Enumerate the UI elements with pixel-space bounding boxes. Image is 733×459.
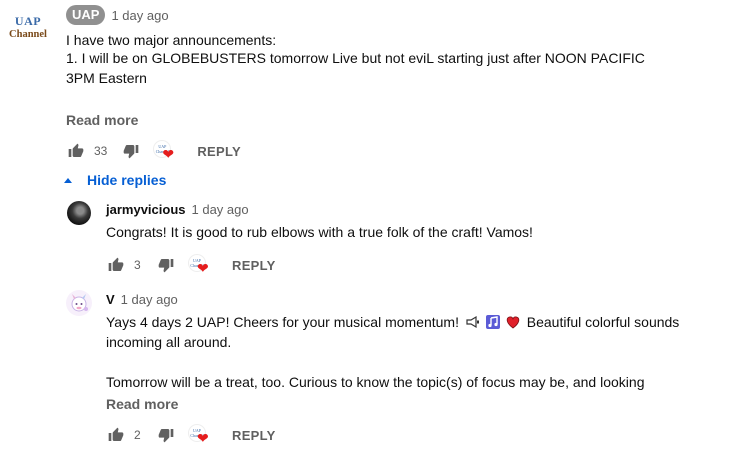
heart-icon: ❤ <box>197 260 209 276</box>
unicorn-avatar-icon <box>71 294 88 312</box>
reply-button[interactable]: REPLY <box>197 144 241 159</box>
reply-button[interactable]: REPLY <box>232 428 276 443</box>
thumbs-down-icon[interactable] <box>156 425 176 445</box>
reply-1-time[interactable]: 1 day ago <box>192 202 249 217</box>
like-count: 2 <box>134 428 141 442</box>
comment-text-line-2: 1. I will be on GLOBEBUSTERS tomorrow Li… <box>66 50 645 66</box>
like-count: 33 <box>94 144 108 158</box>
comment-time[interactable]: 1 day ago <box>111 8 168 23</box>
reply-2-author[interactable]: V <box>106 292 115 307</box>
creator-heart-icon: UAP Channel ❤ <box>188 424 212 446</box>
reply-1-actions: 3 UAP Channel ❤ REPLY <box>106 254 276 276</box>
creator-heart-icon: UAP Channel ❤ <box>153 140 177 162</box>
reply-2-text-line-3: Tomorrow will be a treat, too. Curious t… <box>106 374 645 390</box>
reply-2-text-line-1: Yays 4 days 2 UAP! Cheers for your music… <box>106 312 679 332</box>
read-more-button[interactable]: Read more <box>106 396 178 412</box>
avatar-v[interactable] <box>66 290 92 316</box>
reply-2-text-start: Yays 4 days 2 UAP! Cheers for your music… <box>106 314 459 330</box>
heart-icon: ❤ <box>197 430 209 446</box>
like-count: 3 <box>134 258 141 272</box>
heart-icon: ❤ <box>162 146 175 162</box>
creator-heart-icon: UAP Channel ❤ <box>188 254 212 276</box>
avatar-jarmyvicious[interactable] <box>67 201 91 225</box>
thumbs-up-icon[interactable] <box>106 425 126 445</box>
read-more-button[interactable]: Read more <box>66 112 138 128</box>
musical-notes-emoji-icon <box>485 314 501 330</box>
reply-2-time[interactable]: 1 day ago <box>121 292 178 307</box>
reply-button[interactable]: REPLY <box>232 258 276 273</box>
comment-text-line-1: I have two major announcements: <box>66 32 277 48</box>
caret-up-icon <box>64 177 72 183</box>
reply-1-text: Congrats! It is good to rub elbows with … <box>106 224 533 240</box>
thumbs-up-icon[interactable] <box>106 255 126 275</box>
reply-2-text-end: Beautiful colorful sounds <box>526 314 680 330</box>
author-badge[interactable]: UAP <box>66 5 106 25</box>
reply-2-header: V 1 day ago <box>106 292 178 307</box>
avatar-uap-channel[interactable]: UAP Channel <box>2 2 54 54</box>
comment-actions: 33 UAP Channel ❤ REPLY <box>66 140 241 162</box>
reply-1-author[interactable]: jarmyvicious <box>106 202 186 217</box>
comment-header: UAP 1 day ago <box>66 5 169 25</box>
loudspeaker-emoji-icon <box>465 314 481 330</box>
thumbs-down-icon[interactable] <box>156 255 176 275</box>
thumbs-up-icon[interactable] <box>66 141 86 161</box>
avatar-line1: UAP <box>14 14 42 28</box>
comment-text-line-3: 3PM Eastern <box>66 70 147 86</box>
thumbs-down-icon[interactable] <box>121 141 141 161</box>
hide-replies-label: Hide replies <box>87 172 167 188</box>
reply-2-text-line-2: incoming all around. <box>106 334 232 350</box>
avatar-line2: Channel <box>9 29 47 40</box>
red-heart-emoji-icon <box>505 314 521 330</box>
reply-2-actions: 2 UAP Channel ❤ REPLY <box>106 424 276 446</box>
reply-1-header: jarmyvicious 1 day ago <box>106 202 249 217</box>
hide-replies-button[interactable]: Hide replies <box>64 172 166 188</box>
